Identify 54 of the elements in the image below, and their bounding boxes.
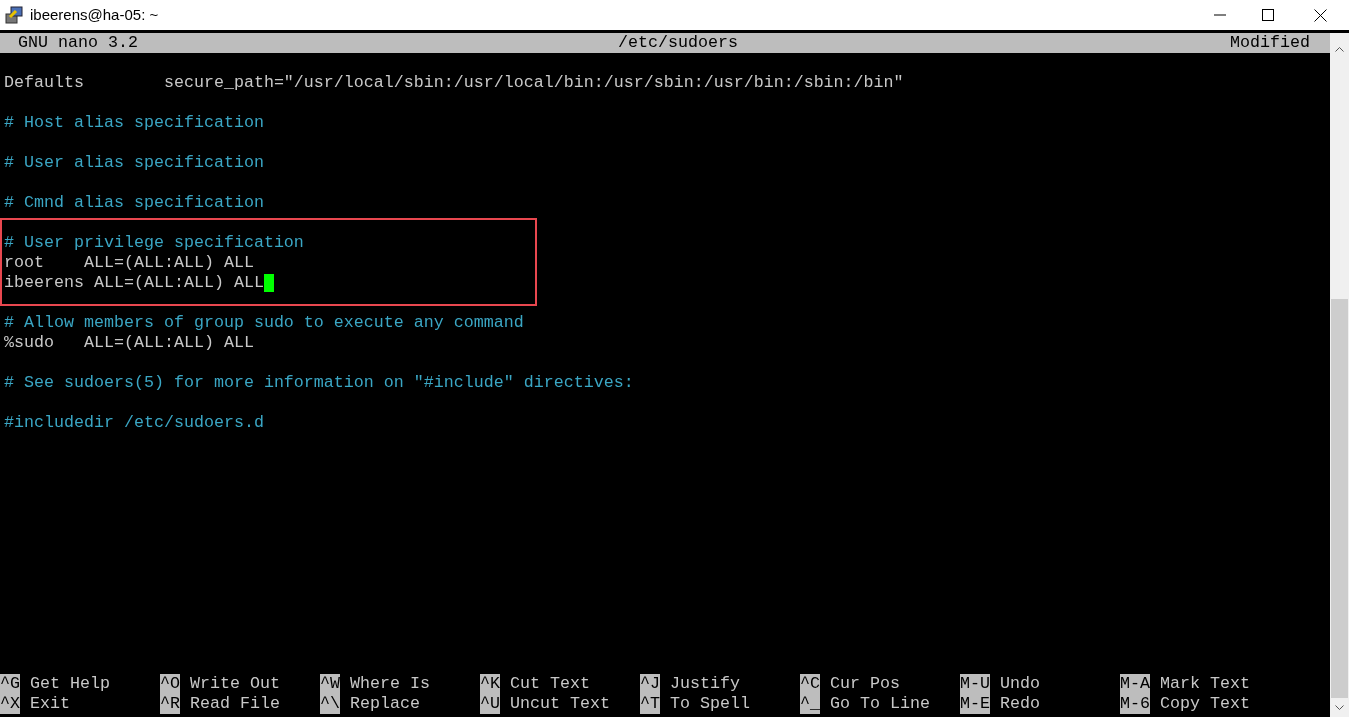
shortcut-label: Cur Pos: [830, 674, 900, 694]
close-icon[interactable]: [1314, 8, 1327, 22]
shortcut-key: ^X: [0, 694, 20, 714]
shortcut-label: Justify: [670, 674, 740, 694]
shortcut-label: Get Help: [30, 674, 110, 694]
shortcut-key: ^W: [320, 674, 340, 694]
shortcut-key: ^J: [640, 674, 660, 694]
config-line: Defaults secure_path="/usr/local/sbin:/usr/local/bin:/usr/sbin:/usr/bin:/sbin:/bin": [4, 73, 904, 93]
shortcut-label: Write Out: [190, 674, 280, 694]
scrollbar-thumb[interactable]: [1331, 299, 1348, 698]
app-version: GNU nano 3.2: [18, 33, 138, 53]
shortcut-label: Go To Line: [830, 694, 930, 714]
terminal-app-icon: [4, 5, 24, 25]
config-line: root ALL=(ALL:ALL) ALL: [4, 253, 254, 273]
shortcut-key: ^_: [800, 694, 820, 714]
comment-line: # Allow members of group sudo to execute any command: [4, 313, 524, 333]
shortcut-label: Undo: [1000, 674, 1040, 694]
config-line: ibeerens ALL=(ALL:ALL) ALL: [4, 273, 264, 293]
scroll-down-icon[interactable]: [1335, 705, 1344, 710]
shortcut-key: ^G: [0, 674, 20, 694]
shortcut-key: ^U: [480, 694, 500, 714]
shortcut-key: ^\: [320, 694, 340, 714]
file-name: /etc/sudoers: [618, 33, 738, 53]
comment-line: # See sudoers(5) for more information on "#include" directives:: [4, 373, 634, 393]
shortcut-key: M-6: [1120, 694, 1150, 714]
comment-line: # Host alias specification: [4, 113, 264, 133]
shortcut-key: ^T: [640, 694, 660, 714]
shortcut-label: Read File: [190, 694, 280, 714]
config-line: %sudo ALL=(ALL:ALL) ALL: [4, 333, 254, 353]
scroll-up-icon[interactable]: [1335, 47, 1344, 52]
shortcut-key: M-U: [960, 674, 990, 694]
scrollbar[interactable]: [1330, 33, 1349, 717]
shortcut-key: ^R: [160, 694, 180, 714]
shortcut-label: Redo: [1000, 694, 1040, 714]
shortcut-label: Mark Text: [1160, 674, 1250, 694]
maximize-icon[interactable]: [1262, 9, 1274, 21]
modified-status: Modified: [1230, 33, 1310, 53]
comment-line: #includedir /etc/sudoers.d: [4, 413, 264, 433]
shortcut-key: ^K: [480, 674, 500, 694]
shortcut-label: Exit: [30, 694, 70, 714]
shortcut-key: ^O: [160, 674, 180, 694]
shortcut-label: Where Is: [350, 674, 430, 694]
comment-line: # Cmnd alias specification: [4, 193, 264, 213]
comment-line: # User privilege specification: [4, 233, 304, 253]
shortcut-key: M-A: [1120, 674, 1150, 694]
shortcut-label: Cut Text: [510, 674, 590, 694]
shortcut-key: M-E: [960, 694, 990, 714]
comment-line: # User alias specification: [4, 153, 264, 173]
window-title: ibeerens@ha-05: ~: [30, 4, 159, 25]
shortcut-label: Uncut Text: [510, 694, 610, 714]
shortcut-label: Replace: [350, 694, 420, 714]
shortcut-label: Copy Text: [1160, 694, 1250, 714]
shortcut-key: ^C: [800, 674, 820, 694]
shortcut-label: To Spell: [670, 694, 750, 714]
